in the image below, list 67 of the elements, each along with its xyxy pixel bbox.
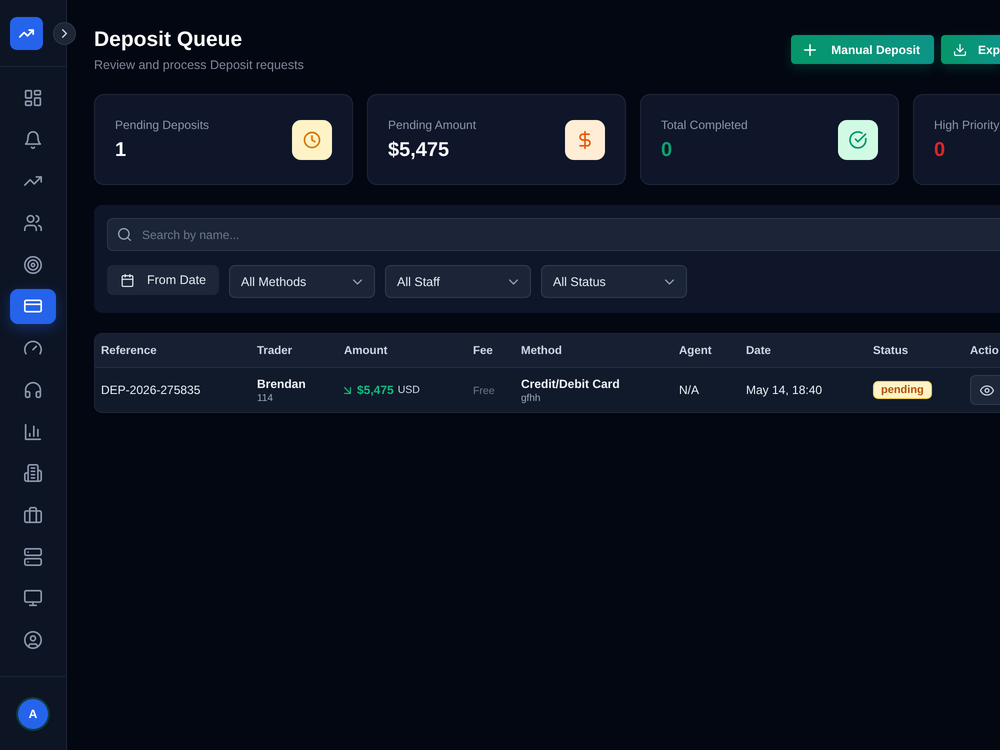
status-badge: pending [873, 381, 932, 399]
trader-name: Brendan [257, 376, 306, 390]
column-header: Agent [678, 344, 713, 356]
column-header: Method [520, 344, 563, 356]
plus-icon [804, 44, 816, 56]
stat-value: $5,475 [388, 138, 450, 162]
column-header: Amount [343, 344, 388, 356]
stat-label: Pending Deposits [115, 116, 210, 132]
agent-text: N/A [678, 383, 700, 397]
chevron-down-icon [509, 278, 518, 284]
page-subtitle: Review and process Deposit requests [94, 58, 304, 72]
page-title: Deposit Queue [94, 27, 244, 53]
gauge-icon [24, 339, 42, 358]
dollar-icon [565, 120, 605, 160]
briefcase-icon [24, 506, 42, 524]
stat-label: Total Completed [661, 116, 748, 132]
amount-value: $5,475 [357, 383, 394, 397]
target-icon [24, 256, 42, 274]
download-icon [954, 44, 966, 56]
method-name: Credit/Debit Card [521, 376, 620, 390]
server-icon [24, 548, 42, 566]
stat-label: High Priority [934, 116, 1000, 132]
monitor-icon [24, 589, 42, 608]
logo-icon [10, 17, 43, 50]
stat-value: 0 [934, 138, 946, 162]
filter-dropdown[interactable]: All Staff [385, 265, 531, 298]
reference-text: DEP-2026-275835 [100, 383, 202, 397]
credit-card-icon [24, 297, 42, 316]
column-header: Reference [100, 344, 158, 356]
eye-icon [980, 384, 994, 396]
chevron-down-icon [353, 278, 362, 284]
bar-chart-icon [24, 422, 42, 440]
calendar-icon [121, 274, 134, 286]
headphones-icon [24, 380, 42, 399]
stat-label: Pending Amount [388, 116, 476, 132]
add-button[interactable]: Manual Deposit [791, 35, 934, 64]
bell-icon [24, 130, 42, 149]
column-header: Status [872, 344, 910, 356]
column-header: Trader [256, 344, 294, 356]
date-filter-button[interactable]: From Date [107, 265, 219, 295]
column-header: Fee [472, 344, 494, 356]
column-header: Actio [969, 344, 1000, 356]
date-text: May 14, 18:40 [745, 383, 824, 397]
column-header: Date [745, 344, 772, 356]
method-detail: gfhh [521, 392, 540, 404]
clock-icon [292, 120, 332, 160]
stat-value: 0 [661, 138, 674, 162]
filter-dropdown[interactable]: All Status [541, 265, 687, 298]
search-icon [118, 228, 131, 241]
chevron-right-icon [62, 29, 67, 38]
users-icon [24, 214, 42, 232]
download-button[interactable]: Exp [940, 35, 1000, 64]
chevron-down-icon [665, 278, 674, 284]
currency-label: USD [398, 384, 420, 396]
search-field[interactable]: Search by name... [107, 218, 1000, 251]
stat-value: 1 [115, 138, 128, 162]
user-avatar[interactable]: A [18, 699, 48, 729]
dashboard-icon [24, 89, 42, 107]
arrow-down-right-icon [344, 386, 351, 394]
view-button[interactable] [970, 375, 1000, 405]
filter-dropdown[interactable]: All Methods [229, 265, 375, 298]
sidebar-toggle-button[interactable] [53, 22, 76, 45]
trader-number: 114 [257, 392, 273, 404]
fee-text: Free [473, 385, 495, 397]
building-icon [24, 464, 42, 482]
user-circle-icon [24, 630, 42, 649]
sidebar-item[interactable] [10, 288, 56, 324]
